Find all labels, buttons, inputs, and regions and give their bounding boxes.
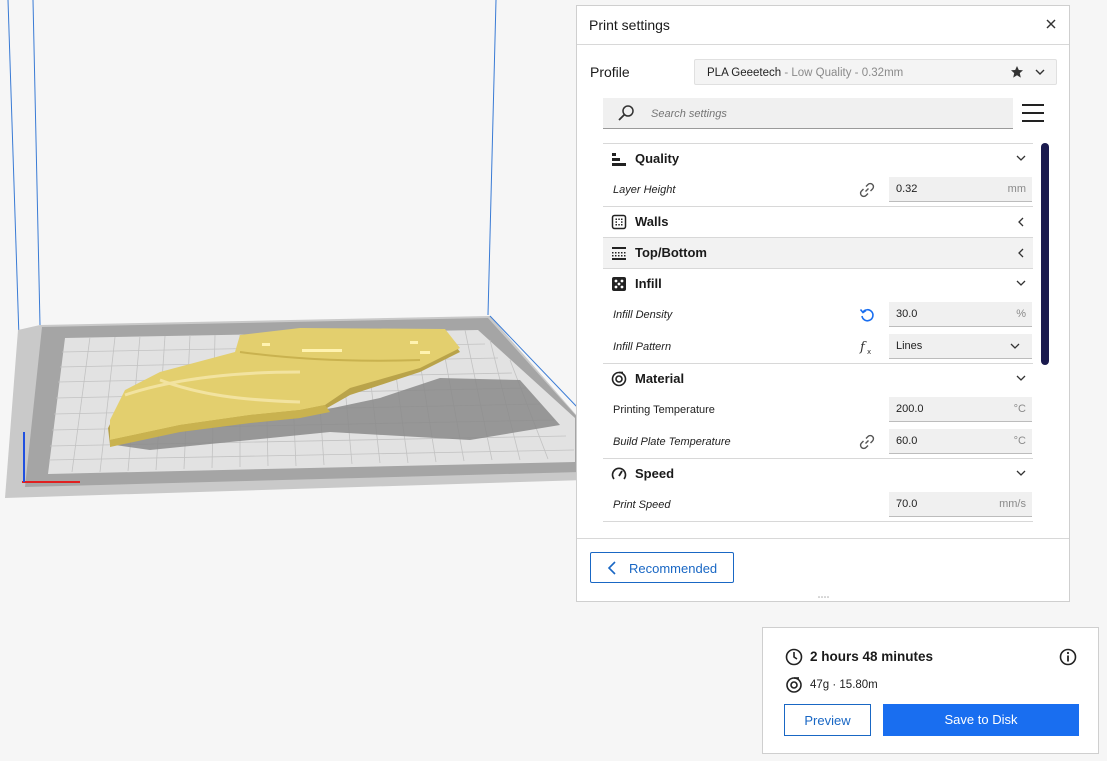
printing-temperature-field[interactable]: 200.0 °C bbox=[889, 397, 1032, 422]
setting-value: 200.0 bbox=[896, 403, 924, 415]
setting-unit: °C bbox=[1013, 403, 1026, 415]
layer-height-field[interactable]: 0.32 mm bbox=[889, 177, 1032, 202]
star-icon[interactable] bbox=[1010, 65, 1024, 79]
setting-label: Printing Temperature bbox=[613, 404, 715, 416]
setting-layer-height: Layer Height 0.32 mm bbox=[603, 174, 1033, 206]
build-volume-edge-mid-left bbox=[32, 0, 41, 326]
link-icon[interactable] bbox=[859, 434, 875, 450]
search-box bbox=[603, 98, 1013, 129]
resize-handle-icon[interactable] bbox=[817, 595, 831, 599]
chevron-left-icon bbox=[1018, 217, 1024, 227]
save-label: Save to Disk bbox=[944, 712, 1018, 727]
category-material[interactable]: Material bbox=[603, 363, 1033, 394]
chevron-down-icon bbox=[1010, 343, 1020, 349]
build-plate-temperature-field[interactable]: 60.0 °C bbox=[889, 429, 1032, 454]
clock-icon bbox=[785, 648, 803, 666]
settings-list: Quality Layer Height 0.32 mm Walls Top/B… bbox=[603, 143, 1033, 538]
material-spool-icon bbox=[611, 371, 627, 387]
print-settings-panel: Print settings Profile PLA Geeetech - Lo… bbox=[576, 5, 1070, 602]
recommended-button[interactable]: Recommended bbox=[590, 552, 734, 583]
profile-quality: - Low Quality - 0.32mm bbox=[781, 67, 904, 79]
material-usage: 47g · 15.80m bbox=[810, 679, 878, 691]
print-info-panel: 2 hours 48 minutes 47g · 15.80m Preview … bbox=[762, 627, 1099, 754]
divider bbox=[577, 538, 1069, 539]
link-icon[interactable] bbox=[859, 182, 875, 198]
recommended-label: Recommended bbox=[629, 561, 718, 576]
setting-print-speed: Print Speed 70.0 mm/s bbox=[603, 489, 1033, 521]
setting-unit: °C bbox=[1013, 435, 1026, 447]
reset-icon[interactable] bbox=[859, 307, 875, 323]
setting-label: Print Speed bbox=[613, 499, 671, 511]
chevron-down-icon bbox=[1035, 69, 1045, 75]
category-speed[interactable]: Speed bbox=[603, 458, 1033, 489]
category-label: Material bbox=[635, 371, 685, 386]
info-icon[interactable] bbox=[1059, 648, 1077, 666]
setting-printing-temperature: Printing Temperature 200.0 °C bbox=[603, 394, 1033, 426]
setting-label: Infill Density bbox=[613, 309, 673, 321]
preview-button[interactable]: Preview bbox=[784, 704, 871, 736]
setting-value: 0.32 bbox=[896, 183, 918, 195]
setting-label: Build Plate Temperature bbox=[613, 436, 731, 448]
walls-icon bbox=[611, 214, 627, 230]
category-top-bottom[interactable]: Top/Bottom bbox=[603, 237, 1033, 268]
setting-value: 70.0 bbox=[896, 498, 918, 510]
preview-label: Preview bbox=[804, 713, 851, 728]
function-icon[interactable]: f x bbox=[859, 339, 875, 355]
panel-header: Print settings bbox=[577, 6, 1069, 45]
category-walls[interactable]: Walls bbox=[603, 206, 1033, 237]
category-infill[interactable]: Infill bbox=[603, 268, 1033, 299]
profile-dropdown[interactable]: PLA Geeetech - Low Quality - 0.32mm bbox=[694, 59, 1057, 85]
category-label: Speed bbox=[635, 466, 675, 481]
settings-scrollbar[interactable] bbox=[1041, 143, 1049, 365]
save-to-disk-button[interactable]: Save to Disk bbox=[883, 704, 1079, 736]
chevron-down-icon bbox=[1016, 375, 1026, 381]
profile-name-text: PLA Geeetech - Low Quality - 0.32mm bbox=[707, 67, 903, 79]
category-partial bbox=[603, 521, 1033, 538]
infill-density-field[interactable]: 30.0 % bbox=[889, 302, 1032, 327]
category-label: Top/Bottom bbox=[635, 245, 707, 260]
chevron-left-icon bbox=[607, 561, 616, 575]
chevron-down-icon bbox=[1016, 280, 1026, 286]
setting-unit: mm bbox=[1007, 183, 1026, 195]
panel-title: Print settings bbox=[589, 17, 670, 33]
chevron-down-icon bbox=[1016, 470, 1026, 476]
infill-pattern-dropdown[interactable]: Lines bbox=[889, 334, 1032, 359]
chevron-down-icon bbox=[1016, 155, 1026, 161]
profile-label: Profile bbox=[590, 64, 630, 80]
category-label: Quality bbox=[635, 151, 680, 166]
setting-unit: mm/s bbox=[999, 498, 1026, 510]
print-speed-field[interactable]: 70.0 mm/s bbox=[889, 492, 1032, 517]
chevron-left-icon bbox=[1018, 248, 1024, 258]
setting-build-plate-temperature: Build Plate Temperature 60.0 °C bbox=[603, 426, 1033, 458]
setting-unit: % bbox=[1016, 308, 1026, 320]
material-spool-icon bbox=[786, 677, 802, 693]
top-bottom-icon bbox=[612, 247, 626, 260]
infill-icon bbox=[612, 277, 626, 291]
category-label: Infill bbox=[635, 276, 662, 291]
search-icon bbox=[618, 105, 634, 121]
category-quality[interactable]: Quality bbox=[603, 143, 1033, 174]
setting-label: Layer Height bbox=[613, 184, 676, 196]
quality-icon bbox=[612, 153, 626, 166]
scrollbar-thumb[interactable] bbox=[1041, 143, 1049, 365]
build-volume-edge-right bbox=[487, 0, 497, 316]
setting-infill-pattern: Infill Pattern f x Lines bbox=[603, 331, 1033, 363]
svg-text:x: x bbox=[867, 348, 871, 355]
setting-value: 60.0 bbox=[896, 435, 918, 447]
setting-value: 30.0 bbox=[896, 308, 918, 320]
setting-value: Lines bbox=[896, 340, 923, 352]
print-time: 2 hours 48 minutes bbox=[810, 649, 934, 664]
speed-gauge-icon bbox=[611, 467, 627, 480]
svg-text:f: f bbox=[859, 340, 867, 355]
hamburger-menu-icon[interactable] bbox=[1021, 102, 1045, 124]
setting-label: Infill Pattern bbox=[613, 341, 672, 353]
setting-infill-density: Infill Density 30.0 % bbox=[603, 299, 1033, 331]
close-icon[interactable] bbox=[1043, 16, 1059, 32]
search-input[interactable] bbox=[649, 104, 1003, 124]
category-label: Walls bbox=[635, 214, 669, 229]
profile-name: PLA Geeetech bbox=[707, 67, 782, 79]
